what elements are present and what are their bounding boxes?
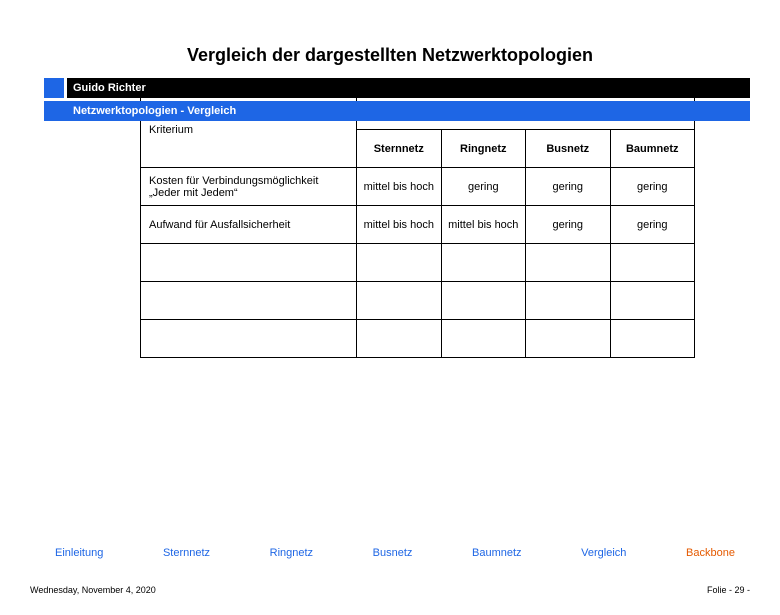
footer-date: Wednesday, November 4, 2020 bbox=[30, 585, 156, 595]
col-header: Ringnetz bbox=[441, 130, 525, 168]
slide-footer: Wednesday, November 4, 2020 Folie - 29 - bbox=[30, 585, 750, 595]
nav-item-sternnetz[interactable]: Sternnetz bbox=[163, 547, 210, 559]
author-name: Guido Richter bbox=[73, 82, 146, 94]
nav-item-einleitung[interactable]: Einleitung bbox=[55, 547, 103, 559]
value-cell: gering bbox=[441, 168, 525, 206]
value-cell bbox=[441, 282, 525, 320]
table-row bbox=[141, 282, 695, 320]
col-header: Baumnetz bbox=[610, 130, 695, 168]
value-cell bbox=[610, 282, 695, 320]
nav-item-backbone[interactable]: Backbone bbox=[686, 547, 735, 559]
value-cell bbox=[441, 244, 525, 282]
author-bar: Guido Richter bbox=[67, 78, 750, 98]
value-cell bbox=[526, 320, 610, 358]
breadcrumb-bar: Netzwerktopologien - Vergleich bbox=[44, 101, 750, 121]
value-cell bbox=[441, 320, 525, 358]
slide-nav: Einleitung Sternnetz Ringnetz Busnetz Ba… bbox=[55, 547, 735, 559]
value-cell bbox=[357, 244, 441, 282]
criterion-cell: Aufwand für Ausfallsicherheit bbox=[141, 206, 357, 244]
value-cell bbox=[526, 282, 610, 320]
value-cell: gering bbox=[610, 168, 695, 206]
breadcrumb-text: Netzwerktopologien - Vergleich bbox=[73, 105, 236, 117]
footer-page: Folie - 29 - bbox=[707, 585, 750, 595]
value-cell: gering bbox=[526, 168, 610, 206]
nav-item-vergleich[interactable]: Vergleich bbox=[581, 547, 626, 559]
nav-item-busnetz[interactable]: Busnetz bbox=[373, 547, 413, 559]
nav-item-baumnetz[interactable]: Baumnetz bbox=[472, 547, 522, 559]
criterion-cell: Kosten für Verbindungsmöglichkeit „Jeder… bbox=[141, 168, 357, 206]
value-cell: gering bbox=[610, 206, 695, 244]
value-cell bbox=[526, 244, 610, 282]
criterion-cell bbox=[141, 320, 357, 358]
col-header: Sternnetz bbox=[357, 130, 441, 168]
table-row: Aufwand für Ausfallsicherheit mittel bis… bbox=[141, 206, 695, 244]
table-row bbox=[141, 320, 695, 358]
page-title: Vergleich der dargestellten Netzwerktopo… bbox=[0, 45, 780, 66]
table-row: Kosten für Verbindungsmöglichkeit „Jeder… bbox=[141, 168, 695, 206]
nav-item-ringnetz[interactable]: Ringnetz bbox=[270, 547, 313, 559]
value-cell bbox=[610, 244, 695, 282]
value-cell bbox=[357, 320, 441, 358]
value-cell: mittel bis hoch bbox=[357, 206, 441, 244]
criterion-cell bbox=[141, 282, 357, 320]
comparison-table: Kriterium Topologie Sternnetz Ringnetz B… bbox=[140, 91, 695, 358]
value-cell bbox=[357, 282, 441, 320]
table-row bbox=[141, 244, 695, 282]
comparison-table-container: Kriterium Topologie Sternnetz Ringnetz B… bbox=[140, 91, 695, 358]
value-cell: mittel bis hoch bbox=[441, 206, 525, 244]
col-header: Busnetz bbox=[526, 130, 610, 168]
value-cell bbox=[610, 320, 695, 358]
value-cell: gering bbox=[526, 206, 610, 244]
value-cell: mittel bis hoch bbox=[357, 168, 441, 206]
slide-header: Guido Richter Netzwerktopologien - Vergl… bbox=[0, 78, 780, 121]
criterion-cell bbox=[141, 244, 357, 282]
